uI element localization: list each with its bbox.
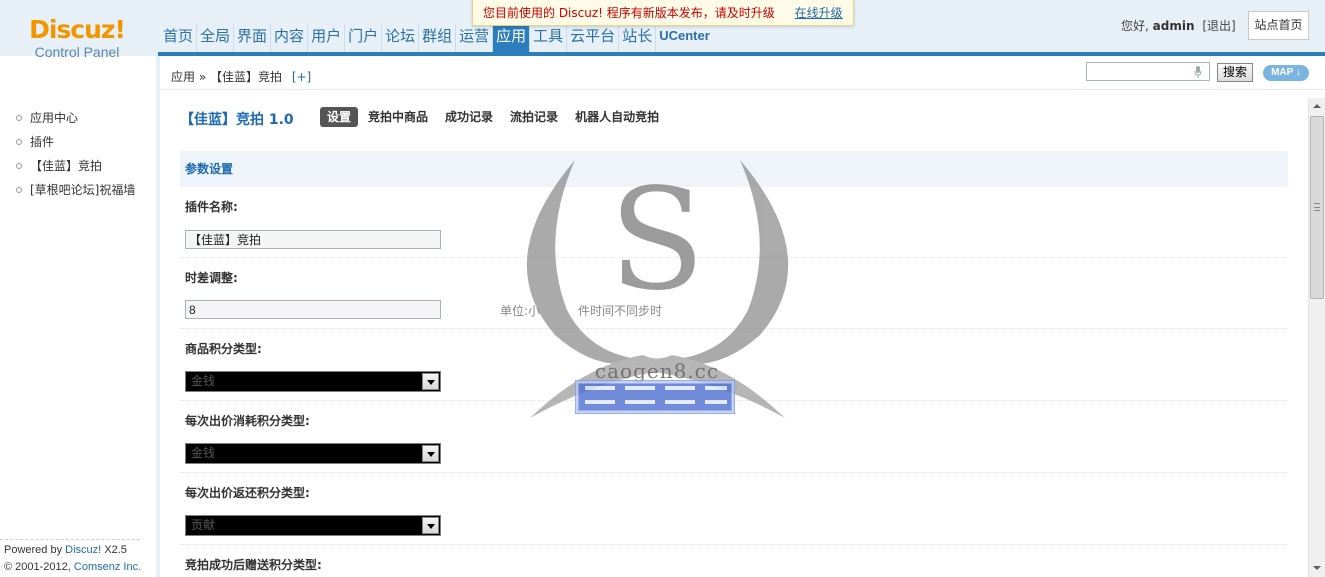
- grip-icon: [1314, 203, 1320, 211]
- bid-cost-value: 金钱: [191, 446, 216, 460]
- sidebar-item-label: 应用中心: [30, 111, 79, 125]
- nav-item-7[interactable]: 群组: [419, 24, 457, 52]
- row-divider: [180, 544, 1288, 545]
- nav-item-13[interactable]: UCenter: [656, 24, 713, 52]
- credit-type-label: 商品积分类型:: [185, 342, 262, 356]
- microphone-icon[interactable]: [1194, 66, 1202, 78]
- row-divider: [180, 328, 1288, 329]
- bid-return-value: 贡献: [191, 518, 216, 532]
- nav-item-12[interactable]: 站长: [619, 24, 657, 52]
- footer-divider: [0, 539, 140, 540]
- time-offset-input[interactable]: [185, 300, 441, 319]
- nav-item-1[interactable]: 全局: [197, 24, 235, 52]
- main-nav: 首页 全局 界面 内容 用户 门户 论坛 群组 运营 应用 工具 云平台 站长 UCenter: [160, 24, 713, 52]
- user-area: 您好, admin [退出]: [1121, 17, 1236, 35]
- site-home-button[interactable]: 站点首页: [1248, 11, 1309, 40]
- map-button[interactable]: MAP ↓: [1263, 65, 1309, 81]
- sidebar-item-label: 【佳蓝】竞拍: [30, 159, 103, 173]
- tab-2[interactable]: 成功记录: [438, 107, 500, 127]
- time-offset-hint-end: 件时间不同步时: [578, 304, 663, 318]
- plugin-tabs: 设置 竞拍中商品 成功记录 流拍记录 机器人自动竞拍: [320, 107, 669, 127]
- credit-type-value: 金钱: [191, 374, 216, 388]
- comsenz-link[interactable]: Comsenz Inc.: [74, 561, 141, 573]
- tab-3[interactable]: 流拍记录: [503, 107, 565, 127]
- nav-item-5[interactable]: 门户: [345, 24, 383, 52]
- time-offset-hint-start: 单位:小: [500, 304, 541, 318]
- row-divider: [180, 257, 1288, 258]
- plugin-name-input[interactable]: [185, 230, 441, 249]
- nav-item-9[interactable]: 应用: [493, 24, 531, 52]
- nav-item-6[interactable]: 论坛: [382, 24, 420, 52]
- dropdown-arrow-icon[interactable]: [422, 517, 439, 534]
- discuz-link[interactable]: Discuz!: [65, 544, 101, 556]
- time-offset-label: 时差调整:: [185, 271, 238, 285]
- section-title: 参数设置: [180, 151, 1288, 187]
- dropdown-arrow-icon[interactable]: [422, 445, 439, 462]
- add-shortcut-link[interactable]: [+]: [292, 70, 311, 84]
- greeting: 您好,: [1121, 19, 1149, 33]
- success-gift-label: 竞拍成功后赠送积分类型:: [185, 558, 322, 572]
- sidebar-item[interactable]: 应用中心: [16, 106, 135, 130]
- main-content: 【佳蓝】竞拍 1.0 设置 竞拍中商品 成功记录 流拍记录 机器人自动竞拍 参数设置 插…: [160, 90, 1308, 577]
- plugin-title: 【佳蓝】竞拍 1.0: [180, 112, 294, 128]
- breadcrumb-text: 应用 » 【佳蓝】竞拍: [171, 70, 282, 84]
- sidebar: 应用中心插件【佳蓝】竞拍 [草根吧论坛]祝福墙 Powered by Discuz…: [0, 90, 156, 577]
- logo-name: Discuz!: [29, 15, 126, 44]
- nav-item-4[interactable]: 用户: [308, 24, 346, 52]
- vertical-scrollbar[interactable]: [1308, 98, 1325, 577]
- powered-version: X2.5: [101, 544, 127, 556]
- bid-return-label: 每次出价返还积分类型:: [185, 486, 310, 500]
- breadcrumb-bar: 应用 » 【佳蓝】竞拍 [+] 搜索 MAP ↓: [158, 56, 1325, 90]
- search-button[interactable]: 搜索: [1217, 63, 1253, 82]
- sidebar-item-label: [草根吧论坛]祝福墙: [30, 183, 136, 197]
- scrollbar-thumb[interactable]: [1310, 116, 1324, 299]
- bid-cost-select[interactable]: 金钱: [185, 443, 441, 464]
- row-divider: [180, 400, 1288, 401]
- scroll-up-arrow-icon[interactable]: [1309, 98, 1325, 115]
- sidebar-item[interactable]: 插件: [16, 130, 135, 154]
- nav-item-10[interactable]: 工具: [530, 24, 568, 52]
- dropdown-arrow-icon[interactable]: [422, 373, 439, 390]
- plugin-name-label: 插件名称:: [185, 200, 238, 214]
- bid-cost-label: 每次出价消耗积分类型:: [185, 414, 310, 428]
- bullet-icon: [16, 163, 22, 169]
- credit-type-select[interactable]: 金钱: [185, 371, 441, 392]
- map-label: MAP: [1271, 67, 1294, 78]
- nav-item-11[interactable]: 云平台: [567, 24, 620, 52]
- copyright: © 2001-2012, Comsenz Inc.: [4, 559, 141, 576]
- tab-4[interactable]: 机器人自动竞拍: [568, 107, 666, 127]
- scroll-down-arrow-icon[interactable]: [1309, 560, 1325, 577]
- arrow-down-icon: ↓: [1295, 67, 1301, 78]
- sidebar-menu: 应用中心插件【佳蓝】竞拍 [草根吧论坛]祝福墙: [16, 106, 135, 202]
- nav-item-0[interactable]: 首页: [160, 24, 198, 52]
- search-input[interactable]: [1086, 62, 1210, 81]
- nav-item-2[interactable]: 界面: [234, 24, 272, 52]
- username: admin: [1152, 19, 1195, 33]
- logo[interactable]: Discuz! Control Panel: [22, 15, 132, 61]
- tab-1[interactable]: 竞拍中商品: [361, 107, 435, 127]
- bullet-icon: [16, 187, 22, 193]
- powered-by: Powered by Discuz! X2.5: [4, 542, 141, 559]
- logout-link[interactable]: [退出]: [1202, 19, 1235, 33]
- tab-0[interactable]: 设置: [320, 107, 359, 127]
- logo-subtitle: Control Panel: [34, 44, 120, 60]
- time-offset-hint: 单位:小 件时间不同步时: [500, 302, 662, 319]
- breadcrumb: 应用 » 【佳蓝】竞拍 [+]: [171, 68, 311, 85]
- sidebar-footer: Powered by Discuz! X2.5 © 2001-2012, Com…: [4, 542, 141, 576]
- upgrade-notice: 您目前使用的 Discuz! 程序有新版本发布，请及时升级 在线升级: [472, 0, 854, 26]
- sidebar-item-label: 插件: [30, 135, 55, 149]
- nav-item-3[interactable]: 内容: [271, 24, 309, 52]
- powered-by-prefix: Powered by: [4, 544, 66, 556]
- bullet-icon: [16, 115, 22, 121]
- sidebar-item[interactable]: [草根吧论坛]祝福墙: [16, 178, 135, 202]
- online-upgrade-link[interactable]: 在线升级: [795, 6, 843, 20]
- bid-return-select[interactable]: 贡献: [185, 515, 441, 536]
- upgrade-notice-text: 您目前使用的 Discuz! 程序有新版本发布，请及时升级: [483, 6, 775, 20]
- row-divider: [180, 472, 1288, 473]
- copyright-prefix: © 2001-2012,: [4, 561, 74, 573]
- sidebar-item[interactable]: 【佳蓝】竞拍: [16, 154, 135, 178]
- nav-item-8[interactable]: 运营: [456, 24, 494, 52]
- bullet-icon: [16, 139, 22, 145]
